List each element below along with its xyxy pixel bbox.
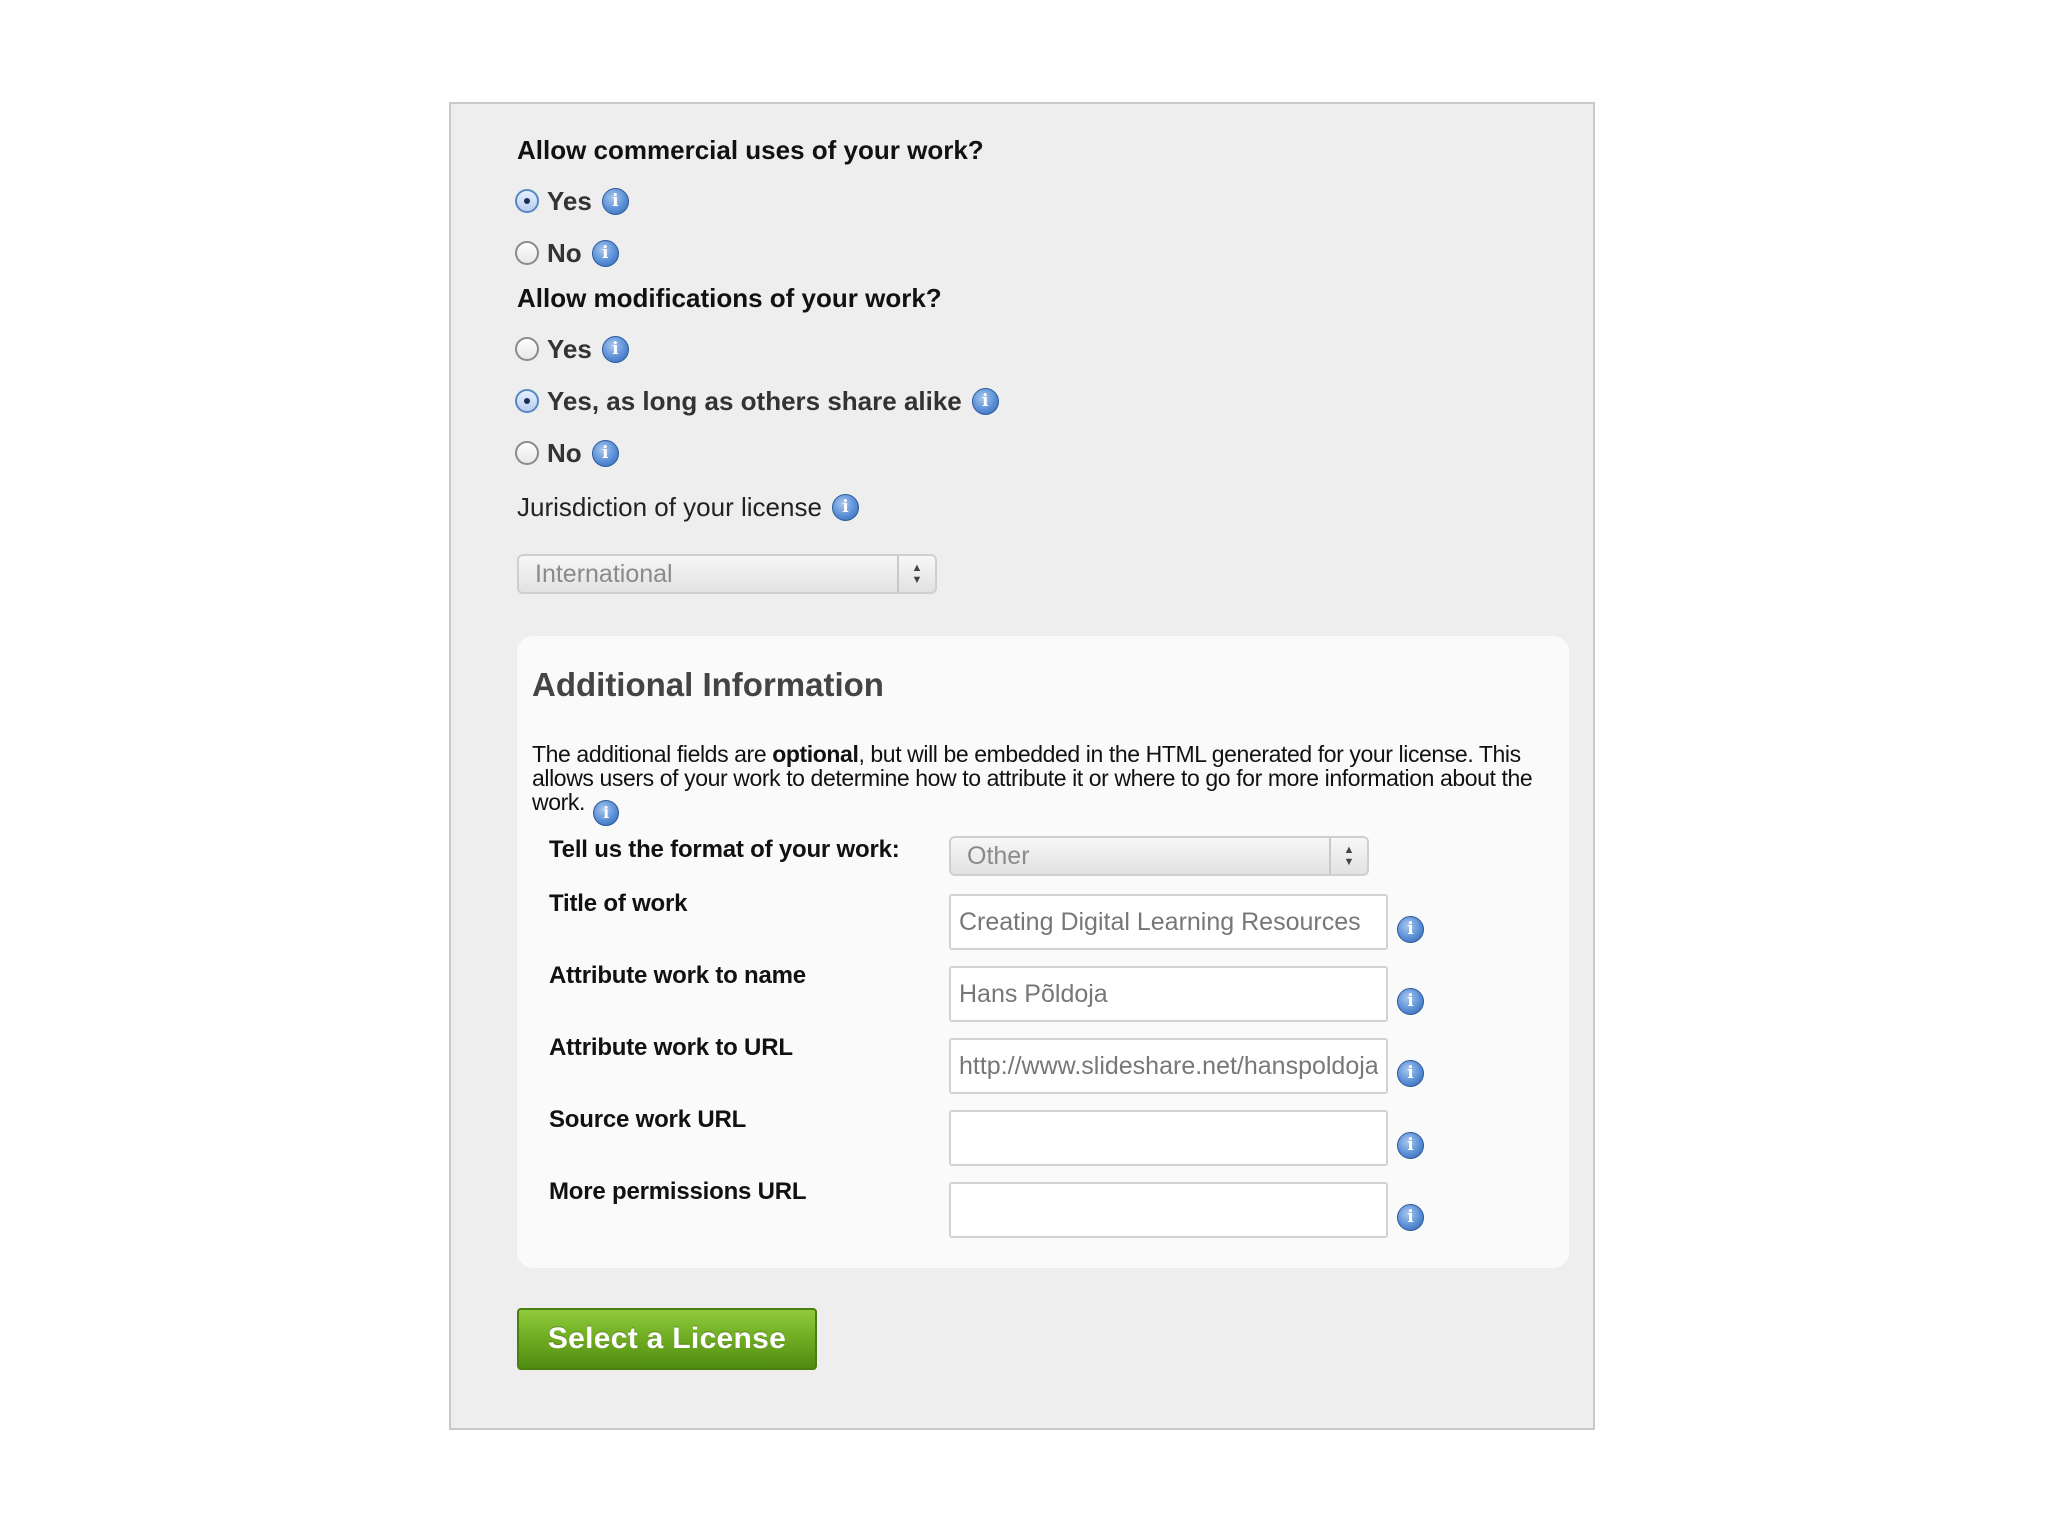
info-icon[interactable]: i <box>1397 1204 1424 1231</box>
updown-arrows-icon: ▲ ▼ <box>1329 838 1367 874</box>
modifications-no-label: No <box>547 437 582 468</box>
source-work-url-label: Source work URL <box>549 1106 747 1133</box>
modifications-no-radio[interactable] <box>515 441 539 465</box>
attribute-url-label: Attribute work to URL <box>549 1034 793 1061</box>
info-icon[interactable]: i <box>591 439 619 467</box>
modifications-question: Allow modifications of your work? <box>517 283 942 313</box>
modifications-yes-radio[interactable] <box>515 337 539 361</box>
commercial-no-label: No <box>547 237 582 268</box>
additional-information-section: Additional Information The additional fi… <box>517 636 1569 1268</box>
description-optional: optional <box>772 741 859 767</box>
jurisdiction-select[interactable]: International ▲ ▼ <box>517 554 937 594</box>
jurisdiction-select-value: International <box>535 560 673 588</box>
description-text-start: The additional fields are <box>532 741 773 767</box>
info-icon[interactable]: i <box>1397 1132 1424 1159</box>
format-select-value: Other <box>967 842 1030 870</box>
modifications-share-alike-radio[interactable] <box>515 389 539 413</box>
updown-arrows-icon: ▲ ▼ <box>897 556 935 592</box>
title-of-work-label: Title of work <box>549 890 688 917</box>
license-chooser-panel: Allow commercial uses of your work? Yes … <box>449 102 1595 1430</box>
more-permissions-url-input[interactable] <box>949 1182 1388 1238</box>
info-icon[interactable]: i <box>592 800 619 826</box>
info-icon[interactable]: i <box>971 387 999 415</box>
info-icon[interactable]: i <box>831 494 859 521</box>
commercial-option-yes[interactable]: Yes i <box>515 184 629 218</box>
title-of-work-input[interactable] <box>949 894 1388 950</box>
info-icon[interactable]: i <box>1397 1060 1424 1087</box>
info-icon[interactable]: i <box>1397 916 1424 943</box>
select-license-button[interactable]: Select a License <box>517 1308 817 1370</box>
info-icon[interactable]: i <box>601 187 629 215</box>
info-icon[interactable]: i <box>591 239 619 267</box>
additional-information-description: The additional fields are optional, but … <box>532 742 1557 826</box>
attribute-name-label: Attribute work to name <box>549 962 806 989</box>
modifications-yes-label: Yes <box>547 333 592 364</box>
jurisdiction-row: Jurisdiction of your license i <box>517 492 859 523</box>
commercial-option-no[interactable]: No i <box>515 236 619 270</box>
more-permissions-url-label: More permissions URL <box>549 1178 807 1205</box>
source-work-url-input[interactable] <box>949 1110 1388 1166</box>
commercial-yes-label: Yes <box>547 185 592 216</box>
additional-information-title: Additional Information <box>532 666 884 703</box>
info-icon[interactable]: i <box>601 335 629 363</box>
modifications-share-alike-label: Yes, as long as others share alike <box>547 385 962 416</box>
commercial-no-radio[interactable] <box>515 241 539 265</box>
modifications-option-yes[interactable]: Yes i <box>515 332 629 366</box>
commercial-question: Allow commercial uses of your work? <box>517 135 984 165</box>
commercial-yes-radio[interactable] <box>515 189 539 213</box>
modifications-option-no[interactable]: No i <box>515 436 619 470</box>
info-icon[interactable]: i <box>1397 988 1424 1015</box>
format-select[interactable]: Other ▲ ▼ <box>949 836 1369 876</box>
format-label: Tell us the format of your work: <box>549 836 900 863</box>
attribute-name-input[interactable] <box>949 966 1388 1022</box>
modifications-option-share-alike[interactable]: Yes, as long as others share alike i <box>515 384 999 418</box>
attribute-url-input[interactable] <box>949 1038 1388 1094</box>
jurisdiction-label: Jurisdiction of your license <box>517 492 822 522</box>
